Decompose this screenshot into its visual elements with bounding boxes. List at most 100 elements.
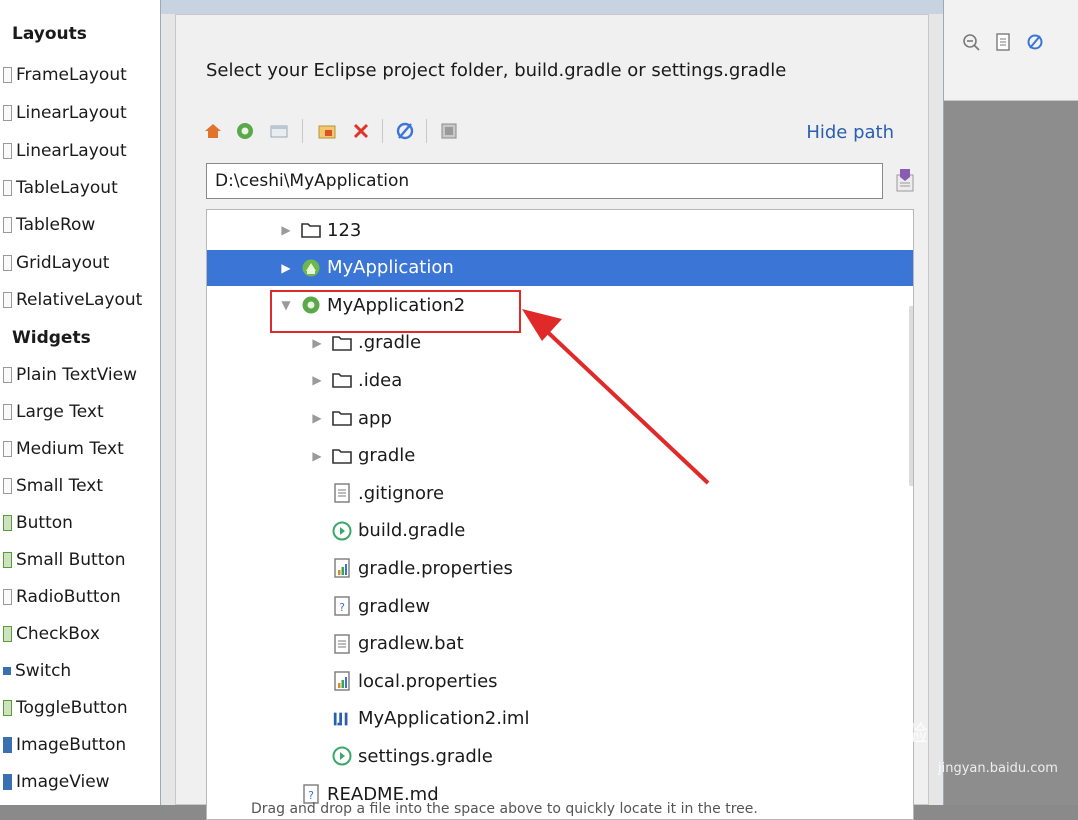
annotation-highlight-box xyxy=(270,290,521,333)
tree-row[interactable]: ? gradlew xyxy=(207,588,913,624)
dialog-content: Select your Eclipse project folder, buil… xyxy=(175,14,929,820)
tree-row-label: gradlew xyxy=(358,595,431,617)
toggle-widget-icon xyxy=(3,700,12,716)
layout-icon xyxy=(3,105,12,121)
palette-item[interactable]: Small Button xyxy=(0,545,126,575)
component-palette: Layouts FrameLayout LinearLayout LinearL… xyxy=(0,0,171,805)
palette-item[interactable]: Button xyxy=(0,508,73,538)
text-file-icon xyxy=(332,483,352,503)
palette-section-layouts: Layouts xyxy=(12,24,87,44)
palette-item[interactable]: RelativeLayout xyxy=(0,285,142,315)
layout-icon xyxy=(3,292,12,308)
image-widget-icon xyxy=(3,774,12,790)
button-widget-icon xyxy=(3,515,12,531)
checkbox-widget-icon xyxy=(3,626,12,642)
toolbar-separator xyxy=(382,119,383,143)
palette-item[interactable]: ToggleButton xyxy=(0,693,128,723)
layout-icon xyxy=(3,255,12,271)
tree-row[interactable]: ▶ MyApplication xyxy=(207,249,913,286)
expand-arrow-icon[interactable]: ▶ xyxy=(310,411,324,425)
palette-item[interactable]: LinearLayout xyxy=(0,98,127,128)
baidu-watermark: Bai 经验 jingyan.baidu.com xyxy=(828,715,1058,776)
document-icon[interactable] xyxy=(994,33,1012,51)
expand-arrow-icon[interactable]: ▶ xyxy=(279,223,293,237)
tree-row[interactable]: ▶ 123 xyxy=(207,212,913,248)
tree-row-label: settings.gradle xyxy=(358,745,493,767)
palette-item[interactable]: LinearLayout xyxy=(0,136,127,166)
expand-arrow-icon[interactable]: ▶ xyxy=(310,373,324,387)
home-icon[interactable] xyxy=(202,120,224,142)
gradle-file-icon xyxy=(332,521,352,541)
svg-text:?: ? xyxy=(339,601,345,614)
palette-item[interactable]: Medium Text xyxy=(0,434,124,464)
editor-toolbar xyxy=(940,0,1078,101)
import-project-dialog: Select your Eclipse project folder, buil… xyxy=(160,0,944,820)
folder-icon xyxy=(332,408,352,428)
toolbar-separator xyxy=(302,119,303,143)
palette-section-widgets: Widgets xyxy=(12,328,91,348)
palette-item[interactable]: Large Text xyxy=(0,397,104,427)
tree-row[interactable]: gradlew.bat xyxy=(207,626,913,662)
folder-icon xyxy=(332,370,352,390)
android-project-icon xyxy=(301,258,321,278)
layout-icon xyxy=(3,143,12,159)
tree-row[interactable]: build.gradle xyxy=(207,513,913,549)
widget-icon xyxy=(3,367,12,383)
widget-icon xyxy=(3,478,12,494)
widget-icon xyxy=(3,404,12,420)
layout-icon xyxy=(3,180,12,196)
palette-item[interactable]: Switch xyxy=(0,656,71,686)
tree-row-label: MyApplication xyxy=(327,257,454,279)
palette-item[interactable]: TableRow xyxy=(0,210,95,240)
editor-canvas xyxy=(940,101,1078,805)
refresh-icon[interactable] xyxy=(394,120,416,142)
path-input[interactable] xyxy=(206,163,883,199)
hide-path-link[interactable]: Hide path xyxy=(806,122,894,143)
folder-icon xyxy=(332,446,352,466)
zoom-out-icon[interactable] xyxy=(962,33,980,51)
tree-row-label: 123 xyxy=(327,219,362,241)
palette-item[interactable]: RadioButton xyxy=(0,582,121,612)
iml-file-icon xyxy=(332,709,352,729)
expand-arrow-icon[interactable]: ▶ xyxy=(279,261,293,275)
palette-item[interactable]: ImageButton xyxy=(0,730,126,760)
palette-item[interactable]: GridLayout xyxy=(0,248,109,278)
palette-item[interactable]: ImageView xyxy=(0,767,110,797)
palette-item[interactable]: TableLayout xyxy=(0,173,118,203)
dialog-prompt: Select your Eclipse project folder, buil… xyxy=(206,60,787,81)
tree-row[interactable]: local.properties xyxy=(207,663,913,699)
new-folder-icon[interactable] xyxy=(316,120,338,142)
tree-row-label: gradle.properties xyxy=(358,557,513,579)
expand-arrow-icon[interactable]: ▶ xyxy=(310,336,324,350)
tree-row-label: .idea xyxy=(358,369,403,391)
tree-row[interactable]: MyApplication2.iml xyxy=(207,701,913,737)
desktop-icon[interactable] xyxy=(268,120,290,142)
delete-icon[interactable] xyxy=(350,120,372,142)
tree-row[interactable]: gradle.properties xyxy=(207,550,913,586)
tree-row-label: app xyxy=(358,407,392,429)
image-widget-icon xyxy=(3,737,12,753)
expand-arrow-icon[interactable]: ▶ xyxy=(310,449,324,463)
refresh-icon[interactable] xyxy=(1026,33,1044,51)
tree-row-label: .gitignore xyxy=(358,482,445,504)
properties-file-icon xyxy=(332,558,352,579)
button-widget-icon xyxy=(3,552,12,568)
properties-file-icon xyxy=(332,671,352,691)
unknown-file-icon: ? xyxy=(332,596,352,616)
tree-row-label: gradle xyxy=(358,445,416,467)
palette-item[interactable]: Small Text xyxy=(0,471,103,501)
path-history-icon[interactable] xyxy=(894,167,916,193)
radio-widget-icon xyxy=(3,589,12,605)
tree-row[interactable]: settings.gradle xyxy=(207,738,913,774)
annotation-arrow-icon xyxy=(522,309,710,485)
tree-row-label: gradlew.bat xyxy=(358,633,464,655)
palette-item[interactable]: FrameLayout xyxy=(0,60,127,90)
palette-item[interactable]: CheckBox xyxy=(0,619,100,649)
layout-icon xyxy=(3,67,12,83)
widget-icon xyxy=(3,441,12,457)
tree-row-label: .gradle xyxy=(358,332,422,354)
palette-item[interactable]: Plain TextView xyxy=(0,360,137,390)
project-icon[interactable] xyxy=(234,120,256,142)
show-hidden-icon[interactable] xyxy=(438,120,460,142)
dialog-title-strip xyxy=(161,0,943,14)
